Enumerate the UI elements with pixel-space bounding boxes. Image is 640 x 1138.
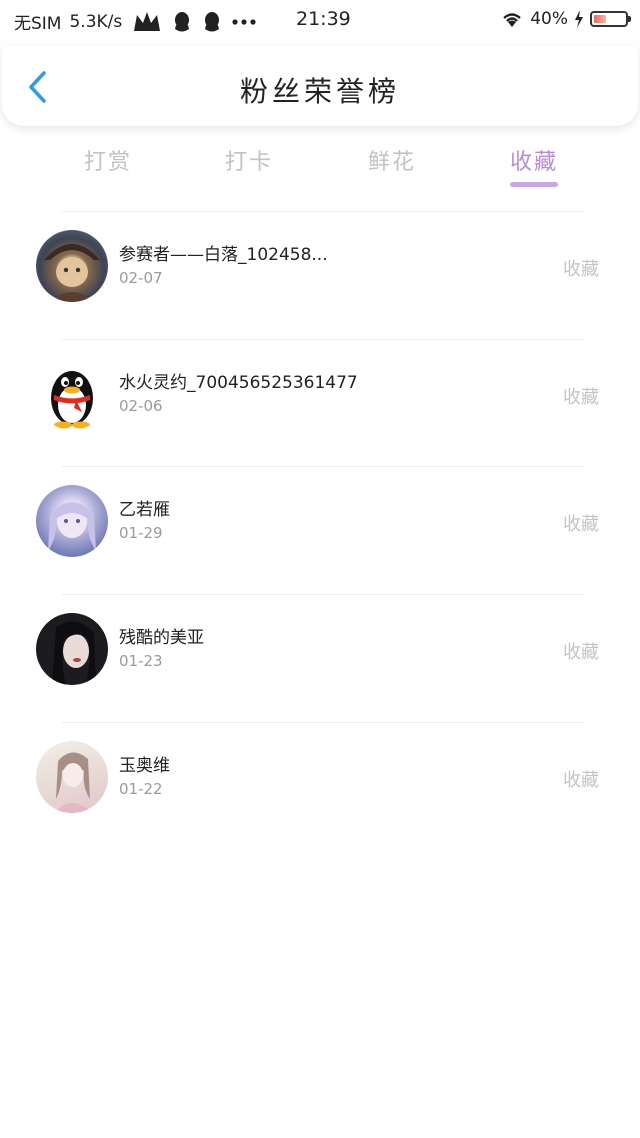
favorite-label: 收藏: [563, 387, 599, 408]
status-time: 21:39: [296, 8, 351, 30]
tab-checkin[interactable]: 打卡: [204, 144, 294, 176]
status-bar: 无SIM 5.3K/s 21:39 40%: [0, 0, 640, 40]
qq-notification-icon-2: [205, 11, 220, 31]
avatar: [36, 741, 108, 813]
battery-icon: [590, 11, 631, 27]
list-item[interactable]: 水火灵约_700456525361477 02-06 收藏: [0, 340, 640, 468]
qq-penguin-avatar: [36, 358, 108, 430]
fan-date: 02-07: [119, 269, 163, 287]
charging-bolt-icon: [575, 10, 583, 28]
fan-date: 01-23: [119, 652, 163, 670]
fan-name: 玉奥维: [119, 756, 170, 776]
fan-date: 01-22: [119, 780, 163, 798]
tab-flowers[interactable]: 鲜花: [347, 144, 437, 176]
app-header: 粉丝荣誉榜: [2, 46, 638, 126]
carrier-label: 无SIM: [14, 14, 62, 34]
tab-bar: 打赏 打卡 鲜花 收藏: [0, 140, 640, 192]
fan-name: 残酷的美亚: [119, 628, 204, 648]
network-speed: 5.3K/s: [69, 11, 123, 32]
fan-name: 水火灵约_700456525361477: [119, 373, 358, 393]
fan-name: 参赛者——白落_102458...: [119, 245, 328, 265]
list-item[interactable]: 玉奥维 01-22 收藏: [0, 723, 640, 851]
tab-favorites[interactable]: 收藏: [489, 144, 579, 176]
favorite-label: 收藏: [563, 642, 599, 663]
list-item[interactable]: 参赛者——白落_102458... 02-07 收藏: [0, 212, 640, 340]
qq-notification-icon: [175, 11, 190, 31]
favorite-label: 收藏: [563, 514, 599, 535]
active-tab-indicator: [510, 182, 558, 187]
fan-name: 乙若雁: [119, 500, 170, 520]
avatar: [36, 613, 108, 685]
battery-percent: 40%: [530, 9, 568, 29]
status-right: 40%: [500, 9, 631, 29]
fan-date: 02-06: [119, 397, 163, 415]
page-title: 粉丝荣誉榜: [239, 75, 400, 108]
notification-icons: [132, 11, 256, 33]
battery-fill: [594, 15, 606, 23]
avatar: [36, 230, 108, 302]
tab-tip[interactable]: 打赏: [63, 144, 153, 176]
crown-icon: [134, 11, 161, 31]
wifi-icon: [503, 13, 521, 27]
avatar: [36, 485, 108, 557]
list-item[interactable]: 乙若雁 01-29 收藏: [0, 467, 640, 595]
more-dots-icon: [232, 18, 256, 25]
list-item[interactable]: 残酷的美亚 01-23 收藏: [0, 595, 640, 723]
fan-date: 01-29: [119, 524, 163, 542]
favorite-label: 收藏: [563, 259, 599, 280]
favorite-label: 收藏: [563, 770, 599, 791]
status-left: 无SIM 5.3K/s: [14, 9, 256, 34]
